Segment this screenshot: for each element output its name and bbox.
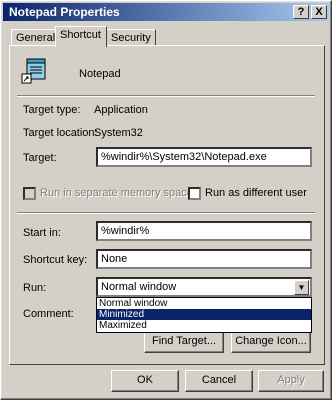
help-button[interactable]: ? bbox=[293, 5, 309, 19]
window-title: Notepad Properties bbox=[9, 5, 120, 19]
close-button[interactable]: X bbox=[311, 5, 327, 19]
target-input[interactable]: %windir%\System32\Notepad.exe bbox=[96, 147, 312, 167]
run-as-label[interactable]: Run as different user bbox=[205, 187, 307, 199]
properties-window: Notepad Properties ? X General Shortcut … bbox=[0, 0, 332, 400]
chevron-down-icon[interactable]: ▼ bbox=[294, 280, 309, 295]
start-in-input[interactable]: %windir% bbox=[96, 221, 312, 241]
separator bbox=[17, 212, 315, 214]
run-select[interactable]: Normal window ▼ bbox=[96, 277, 312, 297]
find-target-button[interactable]: Find Target... bbox=[144, 331, 224, 353]
tab-general-label: General bbox=[16, 32, 56, 44]
run-separate-checkbox bbox=[23, 187, 36, 200]
ok-button[interactable]: OK bbox=[111, 370, 179, 392]
notepad-icon bbox=[21, 58, 46, 84]
title-bar[interactable]: Notepad Properties ? X bbox=[3, 3, 329, 21]
shortcut-name: Notepad bbox=[79, 68, 121, 80]
tab-general[interactable]: General bbox=[11, 29, 57, 46]
target-type-label: Target type: bbox=[23, 104, 81, 116]
run-option[interactable]: Minimized bbox=[97, 309, 311, 320]
run-option[interactable]: Maximized bbox=[97, 320, 311, 331]
target-location-value: System32 bbox=[94, 127, 143, 139]
start-in-label: Start in: bbox=[23, 227, 61, 239]
apply-button[interactable]: Apply bbox=[258, 370, 324, 392]
run-dropdown-list: Normal window Minimized Maximized bbox=[96, 297, 312, 333]
tab-shortcut-label: Shortcut bbox=[60, 29, 101, 41]
target-type-value: Application bbox=[94, 104, 148, 116]
shortcut-key-input[interactable]: None bbox=[96, 249, 312, 269]
run-label: Run: bbox=[23, 282, 47, 294]
change-icon-button[interactable]: Change Icon... bbox=[231, 331, 311, 353]
shortcut-key-label: Shortcut key: bbox=[23, 254, 88, 266]
run-as-checkbox[interactable] bbox=[188, 187, 201, 200]
run-separate-label: Run in separate memory space bbox=[40, 187, 193, 199]
target-location-label: Target location: bbox=[23, 127, 98, 139]
run-select-value: Normal window bbox=[101, 281, 177, 293]
tab-shortcut[interactable]: Shortcut bbox=[55, 26, 107, 47]
separator bbox=[17, 95, 315, 97]
target-label: Target: bbox=[23, 152, 57, 164]
cancel-button[interactable]: Cancel bbox=[185, 370, 253, 392]
comment-label: Comment: bbox=[23, 308, 74, 320]
tab-security[interactable]: Security bbox=[106, 29, 156, 46]
run-option[interactable]: Normal window bbox=[97, 298, 311, 309]
tab-security-label: Security bbox=[111, 32, 151, 44]
